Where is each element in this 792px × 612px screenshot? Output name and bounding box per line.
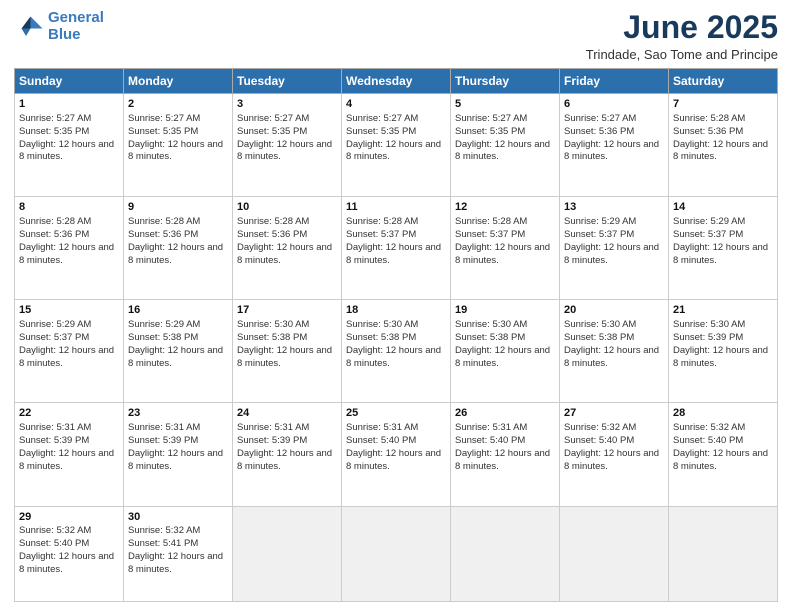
day-number: 12 — [455, 200, 555, 215]
day-number: 15 — [19, 303, 119, 318]
calendar-cell: 19Sunrise: 5:30 AMSunset: 5:38 PMDayligh… — [451, 300, 560, 403]
calendar-cell — [560, 506, 669, 602]
calendar-cell: 4Sunrise: 5:27 AMSunset: 5:35 PMDaylight… — [342, 94, 451, 197]
day-number: 5 — [455, 97, 555, 112]
calendar-cell: 11Sunrise: 5:28 AMSunset: 5:37 PMDayligh… — [342, 197, 451, 300]
day-number: 23 — [128, 406, 228, 421]
calendar-cell: 20Sunrise: 5:30 AMSunset: 5:38 PMDayligh… — [560, 300, 669, 403]
calendar-cell: 25Sunrise: 5:31 AMSunset: 5:40 PMDayligh… — [342, 403, 451, 506]
day-number: 22 — [19, 406, 119, 421]
logo-icon — [14, 12, 44, 42]
day-number: 3 — [237, 97, 337, 112]
calendar-cell: 14Sunrise: 5:29 AMSunset: 5:37 PMDayligh… — [669, 197, 778, 300]
calendar-cell: 27Sunrise: 5:32 AMSunset: 5:40 PMDayligh… — [560, 403, 669, 506]
calendar-cell — [451, 506, 560, 602]
col-sunday: Sunday — [15, 69, 124, 94]
logo-blue: Blue — [48, 26, 81, 43]
calendar-cell: 9Sunrise: 5:28 AMSunset: 5:36 PMDaylight… — [124, 197, 233, 300]
calendar-cell: 3Sunrise: 5:27 AMSunset: 5:35 PMDaylight… — [233, 94, 342, 197]
logo: General Blue — [14, 10, 104, 43]
col-friday: Friday — [560, 69, 669, 94]
day-number: 9 — [128, 200, 228, 215]
col-monday: Monday — [124, 69, 233, 94]
day-number: 28 — [673, 406, 773, 421]
day-number: 14 — [673, 200, 773, 215]
calendar-cell: 10Sunrise: 5:28 AMSunset: 5:36 PMDayligh… — [233, 197, 342, 300]
calendar-cell: 1Sunrise: 5:27 AMSunset: 5:35 PMDaylight… — [15, 94, 124, 197]
day-number: 7 — [673, 97, 773, 112]
calendar-cell: 21Sunrise: 5:30 AMSunset: 5:39 PMDayligh… — [669, 300, 778, 403]
day-number: 10 — [237, 200, 337, 215]
day-number: 20 — [564, 303, 664, 318]
day-number: 2 — [128, 97, 228, 112]
calendar-cell: 24Sunrise: 5:31 AMSunset: 5:39 PMDayligh… — [233, 403, 342, 506]
logo-general: General — [48, 9, 104, 26]
calendar: Sunday Monday Tuesday Wednesday Thursday… — [14, 68, 778, 602]
page: General Blue June 2025 Trindade, Sao Tom… — [0, 0, 792, 612]
day-number: 29 — [19, 510, 119, 525]
calendar-cell: 18Sunrise: 5:30 AMSunset: 5:38 PMDayligh… — [342, 300, 451, 403]
day-number: 13 — [564, 200, 664, 215]
calendar-cell: 2Sunrise: 5:27 AMSunset: 5:35 PMDaylight… — [124, 94, 233, 197]
day-number: 6 — [564, 97, 664, 112]
calendar-cell: 17Sunrise: 5:30 AMSunset: 5:38 PMDayligh… — [233, 300, 342, 403]
day-number: 21 — [673, 303, 773, 318]
calendar-cell: 30Sunrise: 5:32 AMSunset: 5:41 PMDayligh… — [124, 506, 233, 602]
calendar-cell: 23Sunrise: 5:31 AMSunset: 5:39 PMDayligh… — [124, 403, 233, 506]
day-number: 30 — [128, 510, 228, 525]
col-thursday: Thursday — [451, 69, 560, 94]
col-wednesday: Wednesday — [342, 69, 451, 94]
header: General Blue June 2025 Trindade, Sao Tom… — [14, 10, 778, 62]
title-block: June 2025 Trindade, Sao Tome and Princip… — [586, 10, 778, 62]
day-number: 11 — [346, 200, 446, 215]
col-saturday: Saturday — [669, 69, 778, 94]
day-number: 4 — [346, 97, 446, 112]
calendar-cell: 5Sunrise: 5:27 AMSunset: 5:35 PMDaylight… — [451, 94, 560, 197]
logo-text: General Blue — [48, 10, 104, 43]
calendar-cell: 15Sunrise: 5:29 AMSunset: 5:37 PMDayligh… — [15, 300, 124, 403]
day-number: 26 — [455, 406, 555, 421]
calendar-cell: 16Sunrise: 5:29 AMSunset: 5:38 PMDayligh… — [124, 300, 233, 403]
calendar-cell: 8Sunrise: 5:28 AMSunset: 5:36 PMDaylight… — [15, 197, 124, 300]
subtitle: Trindade, Sao Tome and Principe — [586, 47, 778, 62]
calendar-cell: 13Sunrise: 5:29 AMSunset: 5:37 PMDayligh… — [560, 197, 669, 300]
calendar-cell: 6Sunrise: 5:27 AMSunset: 5:36 PMDaylight… — [560, 94, 669, 197]
day-number: 19 — [455, 303, 555, 318]
calendar-header-row: Sunday Monday Tuesday Wednesday Thursday… — [15, 69, 778, 94]
day-number: 24 — [237, 406, 337, 421]
calendar-cell — [233, 506, 342, 602]
calendar-cell: 7Sunrise: 5:28 AMSunset: 5:36 PMDaylight… — [669, 94, 778, 197]
day-number: 8 — [19, 200, 119, 215]
day-number: 27 — [564, 406, 664, 421]
calendar-cell: 26Sunrise: 5:31 AMSunset: 5:40 PMDayligh… — [451, 403, 560, 506]
month-title: June 2025 — [586, 10, 778, 45]
calendar-cell — [669, 506, 778, 602]
calendar-cell: 12Sunrise: 5:28 AMSunset: 5:37 PMDayligh… — [451, 197, 560, 300]
day-number: 25 — [346, 406, 446, 421]
calendar-cell: 29Sunrise: 5:32 AMSunset: 5:40 PMDayligh… — [15, 506, 124, 602]
day-number: 18 — [346, 303, 446, 318]
day-number: 1 — [19, 97, 119, 112]
col-tuesday: Tuesday — [233, 69, 342, 94]
calendar-cell: 28Sunrise: 5:32 AMSunset: 5:40 PMDayligh… — [669, 403, 778, 506]
day-number: 17 — [237, 303, 337, 318]
calendar-cell: 22Sunrise: 5:31 AMSunset: 5:39 PMDayligh… — [15, 403, 124, 506]
day-number: 16 — [128, 303, 228, 318]
calendar-cell — [342, 506, 451, 602]
